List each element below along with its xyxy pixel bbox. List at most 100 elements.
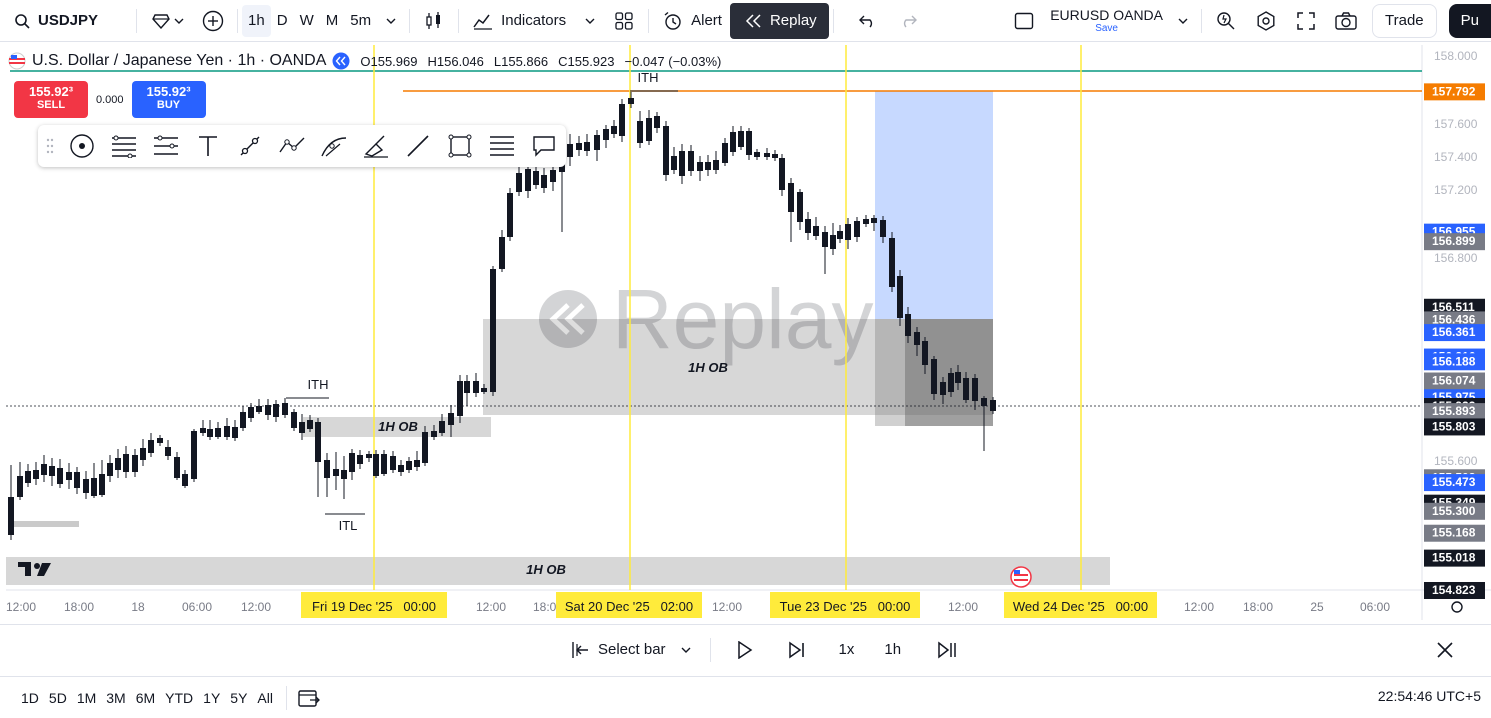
candle-82[interactable] [697, 162, 703, 171]
candle-104[interactable] [880, 220, 886, 237]
candle-45[interactable] [381, 454, 387, 474]
candle-14[interactable] [123, 454, 129, 472]
candle-8[interactable] [74, 472, 80, 488]
list-lines-icon[interactable] [486, 130, 518, 162]
candle-113[interactable] [955, 372, 961, 383]
candle-75[interactable] [637, 121, 643, 143]
candle-92[interactable] [779, 158, 785, 190]
candle-37[interactable] [315, 422, 321, 462]
candle-87[interactable] [738, 131, 744, 147]
candle-71[interactable] [603, 129, 609, 140]
candle-109[interactable] [922, 341, 928, 365]
candle-44[interactable] [373, 454, 379, 476]
candle-12[interactable] [107, 463, 113, 476]
polyline-icon[interactable] [276, 130, 308, 162]
candle-19[interactable] [165, 447, 171, 456]
candle-1[interactable] [17, 476, 23, 497]
candle-93[interactable] [788, 183, 794, 212]
candle-103[interactable] [871, 218, 877, 223]
candle-13[interactable] [115, 458, 121, 470]
candle-32[interactable] [273, 404, 279, 417]
range-3m[interactable]: 3M [101, 690, 130, 706]
text-icon[interactable] [192, 130, 224, 162]
legend-title[interactable]: U.S. Dollar / Japanese Yen · 1h · OANDA [32, 52, 326, 70]
candle-5[interactable] [49, 466, 55, 476]
candle-112[interactable] [948, 373, 954, 392]
candle-73[interactable] [619, 104, 625, 136]
candle-88[interactable] [746, 131, 752, 155]
speed-button[interactable]: 1x [831, 634, 863, 666]
candle-61[interactable] [516, 173, 522, 192]
rectangle-icon[interactable] [444, 130, 476, 162]
candle-53[interactable] [448, 413, 454, 425]
select-bar-button[interactable]: Select bar [560, 634, 700, 666]
candle-74[interactable] [628, 98, 634, 104]
comment-icon[interactable] [528, 130, 560, 162]
candle-6[interactable] [57, 468, 63, 484]
candle-102[interactable] [863, 219, 869, 224]
candle-59[interactable] [499, 237, 505, 269]
candle-3[interactable] [33, 470, 39, 479]
candle-72[interactable] [611, 126, 617, 134]
clock-timezone[interactable]: 22:54:46 UTC+5 [1378, 688, 1481, 704]
candle-110[interactable] [931, 359, 937, 394]
candle-42[interactable] [357, 455, 363, 464]
range-5y[interactable]: 5Y [225, 690, 252, 706]
range-6m[interactable]: 6M [131, 690, 160, 706]
candle-39[interactable] [333, 469, 339, 476]
buy-button[interactable]: 155.92³ BUY [131, 81, 206, 118]
candle-15[interactable] [132, 455, 138, 472]
candle-81[interactable] [688, 151, 694, 171]
candle-36[interactable] [307, 420, 313, 429]
candle-51[interactable] [431, 431, 437, 437]
candle-2[interactable] [25, 471, 31, 483]
candle-85[interactable] [722, 143, 728, 163]
candle-54[interactable] [457, 381, 463, 416]
candle-0[interactable] [8, 497, 14, 535]
candle-89[interactable] [754, 152, 760, 157]
candle-117[interactable] [990, 400, 996, 411]
candle-23[interactable] [200, 428, 206, 433]
range-1y[interactable]: 1Y [198, 690, 225, 706]
candle-52[interactable] [439, 421, 445, 433]
candle-64[interactable] [541, 175, 547, 188]
candle-100[interactable] [845, 224, 851, 240]
interval-button[interactable]: 1h [876, 634, 909, 666]
candle-40[interactable] [341, 470, 347, 479]
candle-84[interactable] [713, 160, 719, 170]
candle-27[interactable] [232, 427, 238, 438]
candle-108[interactable] [914, 332, 920, 345]
candle-107[interactable] [905, 314, 911, 336]
candle-80[interactable] [679, 151, 685, 176]
candle-9[interactable] [83, 479, 89, 493]
candle-62[interactable] [525, 169, 531, 191]
candle-96[interactable] [813, 226, 819, 236]
replay-indicator-icon[interactable] [332, 52, 350, 70]
candle-94[interactable] [797, 192, 803, 222]
candle-83[interactable] [705, 162, 711, 170]
candle-95[interactable] [805, 219, 811, 233]
candle-76[interactable] [646, 118, 652, 141]
candle-24[interactable] [207, 429, 213, 437]
candle-70[interactable] [594, 135, 600, 150]
candle-63[interactable] [533, 171, 539, 185]
candle-30[interactable] [256, 406, 262, 412]
jump-realtime-button[interactable] [927, 634, 967, 666]
candle-25[interactable] [215, 428, 221, 437]
candle-67[interactable] [567, 144, 573, 157]
candle-38[interactable] [324, 460, 330, 478]
range-5d[interactable]: 5D [44, 690, 72, 706]
candle-26[interactable] [224, 426, 230, 437]
forward-step-button[interactable] [777, 634, 817, 666]
candle-7[interactable] [66, 472, 72, 480]
range-ytd[interactable]: YTD [160, 690, 198, 706]
candle-78[interactable] [663, 126, 669, 175]
candle-65[interactable] [550, 170, 556, 182]
target-icon[interactable] [66, 130, 98, 162]
candle-68[interactable] [576, 143, 582, 150]
candle-115[interactable] [972, 378, 978, 401]
candle-79[interactable] [671, 156, 677, 170]
candle-48[interactable] [406, 461, 412, 470]
brush-icon[interactable] [360, 130, 392, 162]
candle-97[interactable] [822, 232, 828, 247]
